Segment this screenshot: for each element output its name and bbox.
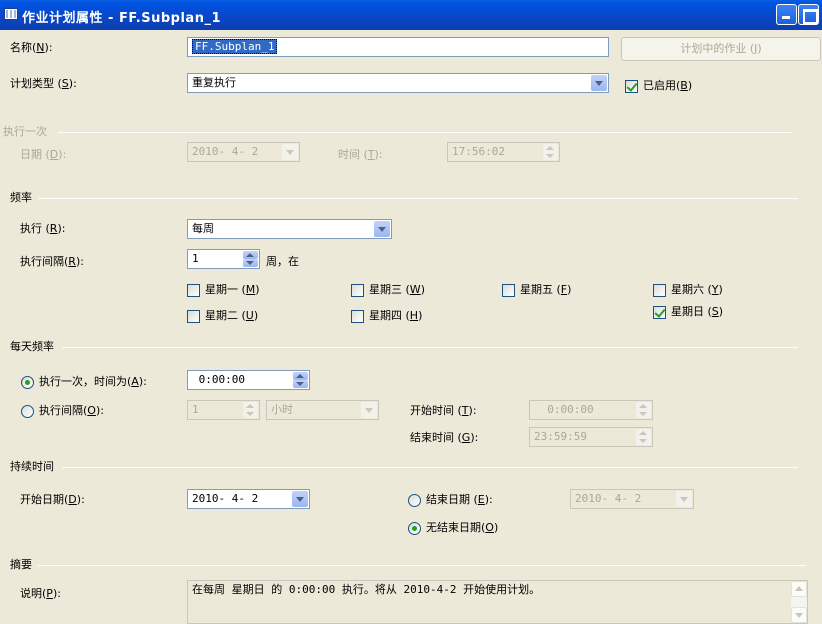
spinner-arrows-icon[interactable]: [293, 372, 308, 388]
title-bar[interactable]: 作业计划属性 - FF.Subplan_1: [0, 0, 822, 30]
spinner-arrows-icon[interactable]: [243, 402, 258, 418]
once-time-spinner[interactable]: 17:56:02: [447, 142, 560, 162]
occurs-select[interactable]: 每周: [187, 219, 392, 239]
spinner-arrows-icon[interactable]: [636, 402, 651, 418]
daily-once-radio[interactable]: [21, 376, 34, 389]
thursday-label: 星期四 (H): [369, 309, 423, 322]
occurs-label: 执行 (R):: [20, 222, 66, 235]
recurs-every-label: 执行间隔(R):: [20, 255, 84, 268]
saturday-label: 星期六 (Y): [671, 283, 723, 296]
once-date-picker[interactable]: 2010- 4- 2: [187, 142, 300, 162]
end-date-radio[interactable]: [408, 494, 421, 507]
minimize-button[interactable]: [776, 4, 797, 25]
window-title: 作业计划属性 - FF.Subplan_1: [22, 11, 221, 26]
spinner-arrows-icon[interactable]: [636, 429, 651, 445]
end-date-picker[interactable]: 2010- 4- 2: [570, 489, 694, 509]
sunday-checkbox[interactable]: [653, 306, 666, 319]
daily-end-time-label: 结束时间 (G):: [410, 431, 479, 444]
chevron-down-icon[interactable]: [591, 75, 607, 91]
scroll-up-icon[interactable]: [791, 581, 807, 597]
daily-every-label: 执行间隔(O):: [39, 404, 104, 417]
chevron-down-icon[interactable]: [676, 491, 692, 507]
duration-divider: [62, 467, 798, 468]
spinner-arrows-icon[interactable]: [543, 144, 558, 160]
spinner-arrows-icon[interactable]: [243, 251, 258, 267]
enabled-label: 已启用(B): [643, 79, 693, 92]
once-section-header: 执行一次: [3, 125, 47, 138]
duration-section-header: 持续时间: [10, 460, 54, 473]
daily-once-label: 执行一次，时间为(A):: [39, 375, 147, 388]
name-label: 名称(N):: [10, 41, 53, 54]
recurs-every-spinner[interactable]: 1: [187, 249, 260, 269]
frequency-divider: [38, 198, 798, 199]
jobs-in-schedule-button[interactable]: 计划中的作业 (J): [621, 37, 821, 61]
scroll-down-icon[interactable]: [791, 607, 807, 623]
wednesday-checkbox[interactable]: [351, 284, 364, 297]
daily-every-spinner[interactable]: 1: [187, 400, 260, 420]
monday-label: 星期一 (M): [205, 283, 260, 296]
schedule-type-label: 计划类型 (S):: [10, 77, 77, 90]
friday-label: 星期五 (F): [520, 283, 572, 296]
recurs-every-suffix: 周，在: [266, 255, 299, 268]
enabled-checkbox[interactable]: [625, 80, 638, 93]
description-label: 说明(P):: [20, 587, 61, 600]
chevron-down-icon[interactable]: [282, 144, 298, 160]
chevron-down-icon[interactable]: [374, 221, 390, 237]
chevron-down-icon[interactable]: [292, 491, 308, 507]
daily-every-radio[interactable]: [21, 405, 34, 418]
daily-divider: [62, 347, 798, 348]
daily-start-time-spinner[interactable]: 0:00:00: [529, 400, 653, 420]
daily-start-time-label: 开始时间 (T):: [410, 404, 477, 417]
chevron-down-icon[interactable]: [361, 402, 377, 418]
tuesday-label: 星期二 (U): [205, 309, 259, 322]
schedule-type-select[interactable]: 重复执行: [187, 73, 609, 93]
summary-section-header: 摘要: [10, 558, 32, 571]
frequency-section-header: 频率: [10, 191, 32, 204]
name-input[interactable]: FF.Subplan_1: [187, 37, 609, 57]
daily-section-header: 每天频率: [10, 340, 54, 353]
saturday-checkbox[interactable]: [653, 284, 666, 297]
daily-every-unit-select[interactable]: 小时: [266, 400, 379, 420]
start-date-picker[interactable]: 2010- 4- 2: [187, 489, 310, 509]
friday-checkbox[interactable]: [502, 284, 515, 297]
once-date-label: 日期 (D):: [20, 148, 67, 161]
summary-divider: [38, 565, 806, 566]
window-icon: [4, 8, 18, 20]
wednesday-label: 星期三 (W): [369, 283, 425, 296]
once-divider: [58, 132, 792, 133]
no-end-date-label: 无结束日期(O): [426, 521, 499, 534]
end-date-label: 结束日期 (E):: [426, 493, 493, 506]
daily-once-time-spinner[interactable]: 0:00:00: [187, 370, 310, 390]
tuesday-checkbox[interactable]: [187, 310, 200, 323]
start-date-label: 开始日期(D):: [20, 493, 85, 506]
once-time-label: 时间 (T):: [338, 148, 383, 161]
description-textarea[interactable]: 在每周 星期日 的 0:00:00 执行。将从 2010-4-2 开始使用计划。: [187, 580, 808, 624]
no-end-date-radio[interactable]: [408, 522, 421, 535]
description-scrollbar[interactable]: [791, 581, 807, 623]
daily-end-time-spinner[interactable]: 23:59:59: [529, 427, 653, 447]
sunday-label: 星期日 (S): [671, 305, 724, 318]
thursday-checkbox[interactable]: [351, 310, 364, 323]
maximize-button[interactable]: [798, 4, 819, 25]
monday-checkbox[interactable]: [187, 284, 200, 297]
